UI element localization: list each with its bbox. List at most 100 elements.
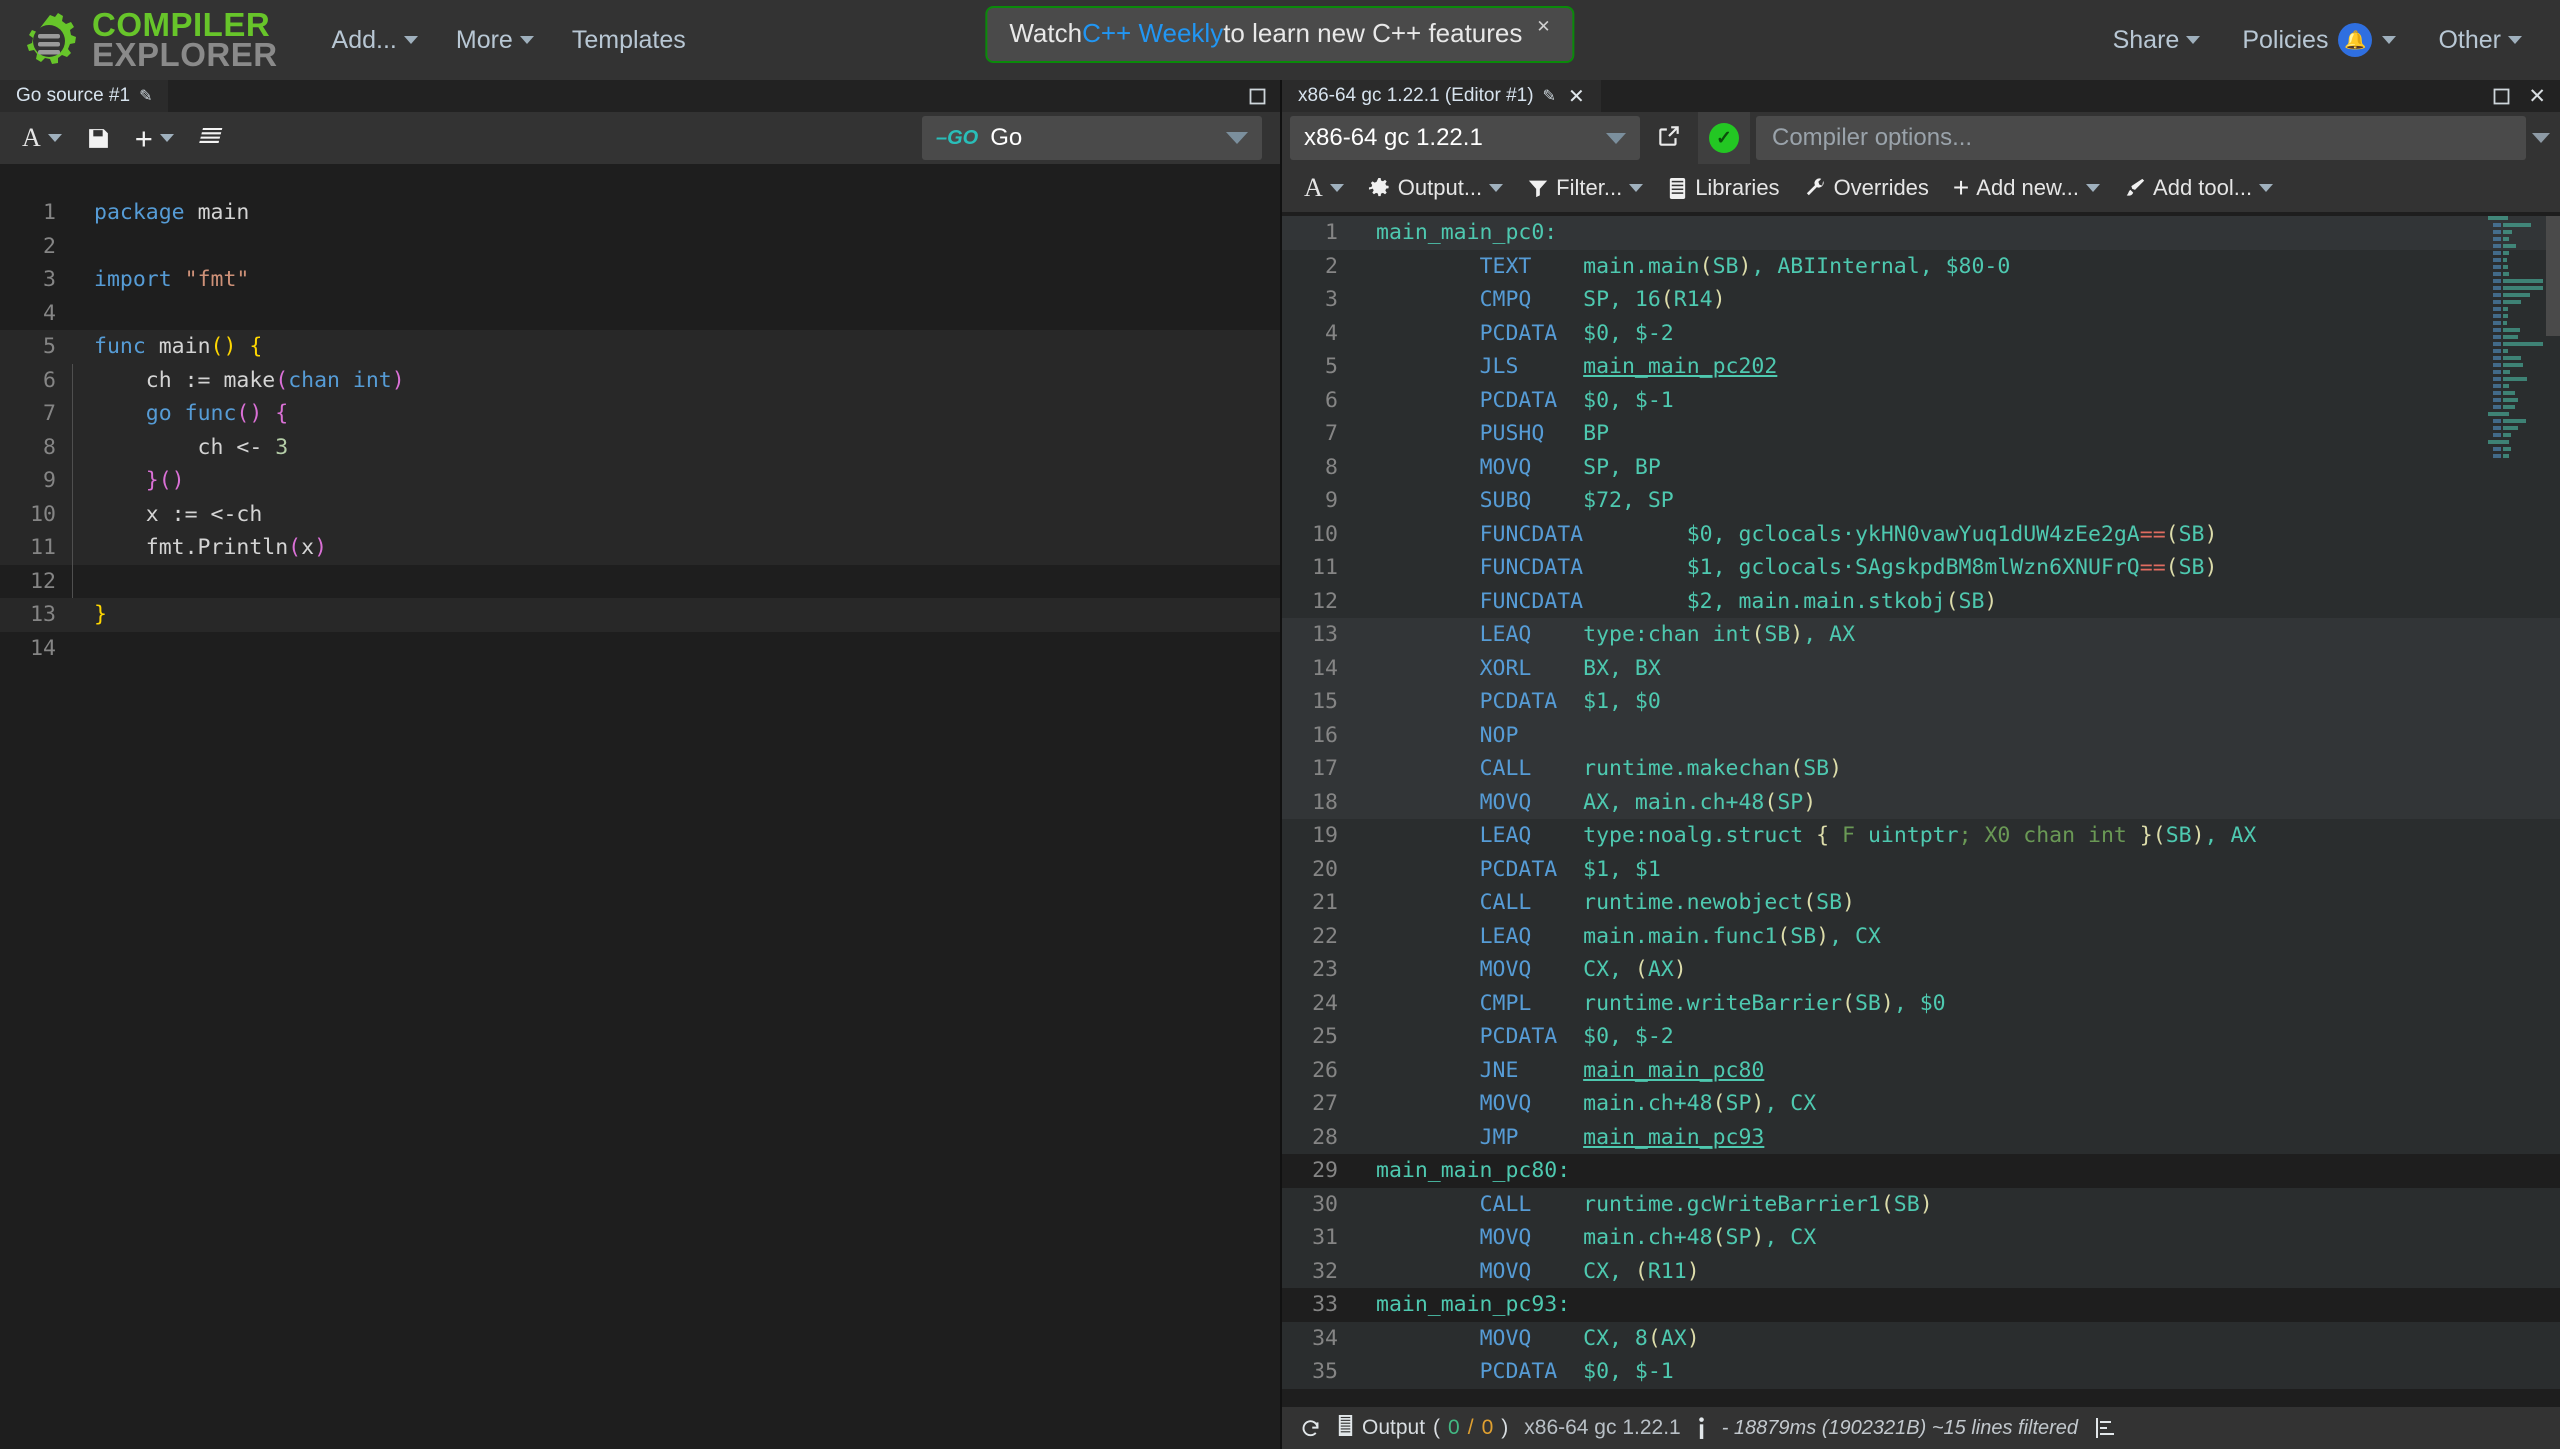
scrollbar-vertical[interactable] bbox=[2546, 216, 2560, 1449]
asm-line[interactable]: 7 PUSHQ BP bbox=[1282, 417, 2560, 451]
source-code-line[interactable]: 12 bbox=[0, 565, 1280, 599]
tab-go-source-1[interactable]: Go source #1 ✎ bbox=[0, 80, 169, 112]
asm-line[interactable]: 23 MOVQ CX, (AX) bbox=[1282, 953, 2560, 987]
asm-line[interactable]: 24 CMPL runtime.writeBarrier(SB), $0 bbox=[1282, 986, 2560, 1020]
asm-line[interactable]: 13 LEAQ type:chan int(SB), AX bbox=[1282, 618, 2560, 652]
asm-line[interactable]: 17 CALL runtime.makechan(SB) bbox=[1282, 752, 2560, 786]
output-status[interactable]: Output ( 0 / 0 ) bbox=[1337, 1414, 1508, 1442]
filter-button[interactable]: Filter... bbox=[1517, 170, 1653, 206]
vim-mode-button[interactable]: 𝍣 bbox=[188, 110, 230, 166]
compiler-select[interactable]: x86-64 gc 1.22.1 bbox=[1290, 116, 1640, 160]
pencil-icon[interactable]: ✎ bbox=[139, 86, 152, 106]
libraries-button[interactable]: Libraries bbox=[1657, 170, 1789, 206]
info-icon[interactable] bbox=[1697, 1416, 1706, 1440]
external-link-icon[interactable] bbox=[1640, 123, 1698, 154]
source-code-line[interactable]: 7 go func() { bbox=[0, 397, 1280, 431]
asm-line[interactable]: 8 MOVQ SP, BP bbox=[1282, 450, 2560, 484]
asm-line[interactable]: 30 CALL runtime.gcWriteBarrier1(SB) bbox=[1282, 1187, 2560, 1221]
asm-line[interactable]: 31 MOVQ main.ch+48(SP), CX bbox=[1282, 1221, 2560, 1255]
font-size-button[interactable]: A bbox=[1294, 168, 1354, 208]
scrollbar-thumb[interactable] bbox=[2546, 216, 2560, 336]
asm-line[interactable]: 16 NOP bbox=[1282, 718, 2560, 752]
source-code-line[interactable]: 3 import "fmt" bbox=[0, 263, 1280, 297]
asm-line[interactable]: 34 MOVQ CX, 8(AX) bbox=[1282, 1321, 2560, 1355]
pencil-icon[interactable]: ✎ bbox=[1543, 86, 1556, 106]
add-new-button[interactable]: + bbox=[125, 118, 184, 159]
bar-chart-icon[interactable] bbox=[2094, 1417, 2118, 1439]
nav-share-label: Share bbox=[2112, 25, 2180, 54]
asm-line[interactable]: 19 LEAQ type:noalg.struct { F uintptr; X… bbox=[1282, 819, 2560, 853]
close-icon[interactable]: ✕ bbox=[2528, 84, 2546, 109]
asm-line[interactable]: 3 CMPQ SP, 16(R14) bbox=[1282, 283, 2560, 317]
save-button[interactable] bbox=[76, 121, 121, 156]
chevron-down-icon[interactable] bbox=[2532, 133, 2550, 143]
assembly-output[interactable]: 1 main_main_pc0: 2 TEXT main.main(SB), ABI… bbox=[1282, 216, 2560, 1449]
nav-more[interactable]: More bbox=[440, 20, 550, 61]
tab-compiler-1[interactable]: x86-64 gc 1.22.1 (Editor #1) ✎ ✕ bbox=[1282, 80, 1601, 112]
source-code-line[interactable]: 4 bbox=[0, 297, 1280, 331]
asm-line[interactable]: 25 PCDATA $0, $-2 bbox=[1282, 1020, 2560, 1054]
asm-line[interactable]: 18 MOVQ AX, main.ch+48(SP) bbox=[1282, 785, 2560, 819]
ad-highlight[interactable]: C++ Weekly bbox=[1082, 18, 1223, 49]
asm-line[interactable]: 33 main_main_pc93: bbox=[1282, 1288, 2560, 1322]
source-code-line[interactable]: 6 ch := make(chan int) bbox=[0, 363, 1280, 397]
source-code-line[interactable]: 10 x := <-ch bbox=[0, 497, 1280, 531]
asm-line[interactable]: 28 JMP main_main_pc93 bbox=[1282, 1120, 2560, 1154]
asm-line[interactable]: 21 CALL runtime.newobject(SB) bbox=[1282, 886, 2560, 920]
overrides-button[interactable]: Overrides bbox=[1794, 170, 1939, 206]
asm-line[interactable]: 15 PCDATA $1, $0 bbox=[1282, 685, 2560, 719]
asm-line[interactable]: 9 SUBQ $72, SP bbox=[1282, 484, 2560, 518]
nav-other[interactable]: Other bbox=[2422, 20, 2538, 61]
source-code-line[interactable]: 13} bbox=[0, 598, 1280, 632]
nav-templates[interactable]: Templates bbox=[556, 20, 702, 61]
compiler-options-field[interactable] bbox=[1756, 116, 2526, 160]
maximize-icon[interactable] bbox=[2493, 88, 2510, 105]
source-code-line[interactable]: 8 ch <- 3 bbox=[0, 430, 1280, 464]
asm-jump-link[interactable]: main_main_pc80 bbox=[1583, 1058, 1764, 1083]
asm-jump-link[interactable]: main_main_pc93 bbox=[1583, 1125, 1764, 1150]
announcement-banner[interactable]: Watch C++ Weekly to learn new C++ featur… bbox=[985, 6, 1575, 63]
font-size-button[interactable]: A bbox=[12, 118, 72, 158]
asm-line[interactable]: 5 JLS main_main_pc202 bbox=[1282, 350, 2560, 384]
line-number: 24 bbox=[1312, 990, 1338, 1016]
source-code-editor[interactable]: 1 package main 2 3 import "fmt" 4 5 func main()… bbox=[0, 196, 1280, 1449]
source-code-line[interactable]: 14 bbox=[0, 632, 1280, 666]
asm-line[interactable]: 32 MOVQ CX, (R11) bbox=[1282, 1254, 2560, 1288]
nav-share[interactable]: Share bbox=[2097, 20, 2217, 61]
source-code-line[interactable]: 11 fmt.Println(x) bbox=[0, 531, 1280, 565]
asm-line[interactable]: 2 TEXT main.main(SB), ABIInternal, $80-0 bbox=[1282, 249, 2560, 283]
add-tool-button[interactable]: Add tool... bbox=[2114, 170, 2283, 206]
nav-policies[interactable]: Policies 🔔 bbox=[2226, 17, 2412, 63]
source-code-line[interactable]: 1 package main bbox=[0, 196, 1280, 230]
asm-line[interactable]: 29 main_main_pc80: bbox=[1282, 1154, 2560, 1188]
asm-line[interactable]: 20 PCDATA $1, $1 bbox=[1282, 852, 2560, 886]
nav-add[interactable]: Add... bbox=[316, 20, 434, 61]
line-number: 12 bbox=[30, 568, 56, 594]
refresh-icon[interactable] bbox=[1300, 1418, 1321, 1439]
asm-line[interactable]: 12 FUNCDATA $2, main.main.stkobj(SB) bbox=[1282, 584, 2560, 618]
output-button[interactable]: Output... bbox=[1358, 170, 1513, 206]
close-icon[interactable]: ✕ bbox=[1568, 84, 1585, 109]
asm-line[interactable]: 1 main_main_pc0: bbox=[1282, 216, 2560, 250]
close-icon[interactable]: ✕ bbox=[1536, 18, 1550, 35]
compile-status-button[interactable]: ✓ bbox=[1698, 112, 1750, 164]
compiler-selection-row: x86-64 gc 1.22.1 ✓ bbox=[1282, 112, 2560, 164]
app-logo[interactable]: COMPILER EXPLORER bbox=[22, 7, 278, 71]
asm-line[interactable]: 10 FUNCDATA $0, gclocals·ykHN0vawYuq1dUW… bbox=[1282, 517, 2560, 551]
asm-line[interactable]: 35 PCDATA $0, $-1 bbox=[1282, 1355, 2560, 1389]
source-code-line[interactable]: 5 func main() { bbox=[0, 330, 1280, 364]
add-new-button[interactable]: + Add new... bbox=[1943, 169, 2110, 207]
asm-line[interactable]: 14 XORL BX, BX bbox=[1282, 651, 2560, 685]
asm-line[interactable]: 27 MOVQ main.ch+48(SP), CX bbox=[1282, 1087, 2560, 1121]
source-code-line[interactable]: 9 }() bbox=[0, 464, 1280, 498]
source-code-line[interactable]: 2 bbox=[0, 230, 1280, 264]
asm-jump-link[interactable]: main_main_pc202 bbox=[1583, 354, 1777, 379]
language-select[interactable]: –GO Go bbox=[922, 116, 1262, 160]
asm-line[interactable]: 6 PCDATA $0, $-1 bbox=[1282, 383, 2560, 417]
asm-line[interactable]: 22 LEAQ main.main.func1(SB), CX bbox=[1282, 919, 2560, 953]
asm-line[interactable]: 4 PCDATA $0, $-2 bbox=[1282, 316, 2560, 350]
maximize-icon[interactable] bbox=[1249, 88, 1266, 105]
asm-line[interactable]: 11 FUNCDATA $1, gclocals·SAgskpdBM8mlWzn… bbox=[1282, 551, 2560, 585]
asm-line[interactable]: 26 JNE main_main_pc80 bbox=[1282, 1053, 2560, 1087]
compiler-options-input[interactable] bbox=[1772, 124, 2510, 152]
